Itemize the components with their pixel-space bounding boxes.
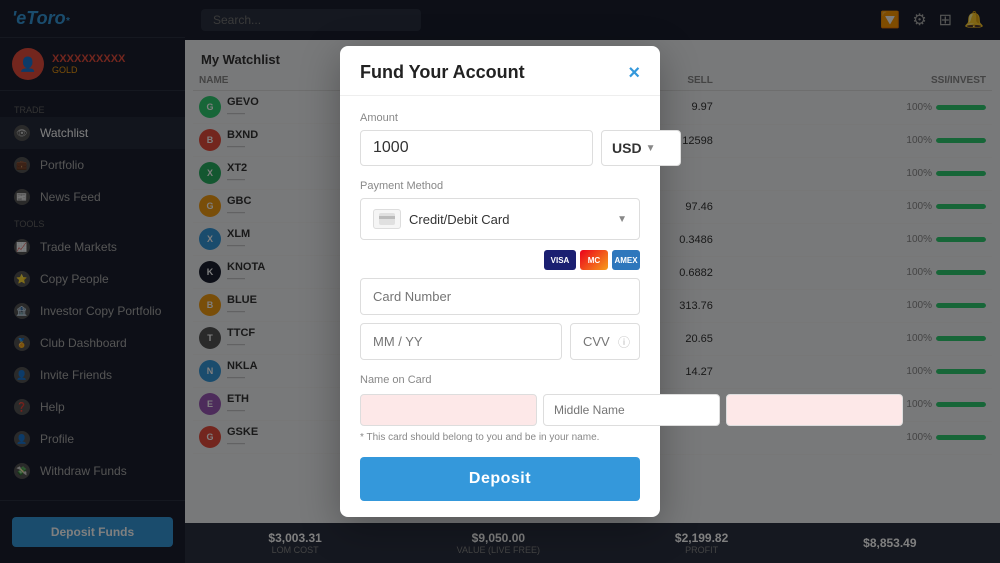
card-logos: VISA MC AMEX [360, 250, 640, 270]
amount-row: USD ▼ [360, 130, 640, 166]
amount-input[interactable] [360, 130, 593, 166]
currency-chevron-icon: ▼ [646, 143, 656, 154]
expiry-input[interactable] [360, 323, 562, 360]
amex-logo: AMEX [612, 250, 640, 270]
modal-header: Fund Your Account × [340, 46, 660, 96]
cvv-wrap: ⓘ [570, 323, 640, 360]
payment-method-select[interactable]: Credit/Debit Card ▼ [360, 198, 640, 240]
fund-account-modal: Fund Your Account × Amount USD ▼ Payment… [340, 46, 660, 517]
modal-close-button[interactable]: × [628, 63, 640, 83]
payment-label: Payment Method [360, 180, 640, 192]
card-details-row: ⓘ [360, 323, 640, 360]
payment-select-left: Credit/Debit Card [373, 209, 509, 229]
cvv-info-icon: ⓘ [618, 333, 630, 350]
first-name-input[interactable] [360, 394, 537, 426]
currency-text: USD [612, 140, 642, 156]
middle-name-input[interactable] [543, 394, 720, 426]
name-row [360, 394, 640, 426]
card-icon [373, 209, 401, 229]
name-on-card-label: Name on Card [360, 374, 640, 386]
last-name-input[interactable] [726, 394, 903, 426]
currency-select[interactable]: USD ▼ [601, 130, 681, 166]
card-number-input[interactable] [360, 278, 640, 315]
modal-body: Amount USD ▼ Payment Method Credit/Debit… [340, 96, 660, 517]
modal-title: Fund Your Account [360, 62, 525, 83]
deposit-button[interactable]: Deposit [360, 457, 640, 501]
visa-logo: VISA [544, 250, 576, 270]
payment-chevron-icon: ▼ [617, 214, 627, 225]
card-notice: * This card should belong to you and be … [360, 432, 640, 443]
amount-label: Amount [360, 112, 640, 124]
modal-overlay: Fund Your Account × Amount USD ▼ Payment… [0, 0, 1000, 563]
payment-name: Credit/Debit Card [409, 212, 509, 227]
mastercard-logo: MC [580, 250, 608, 270]
